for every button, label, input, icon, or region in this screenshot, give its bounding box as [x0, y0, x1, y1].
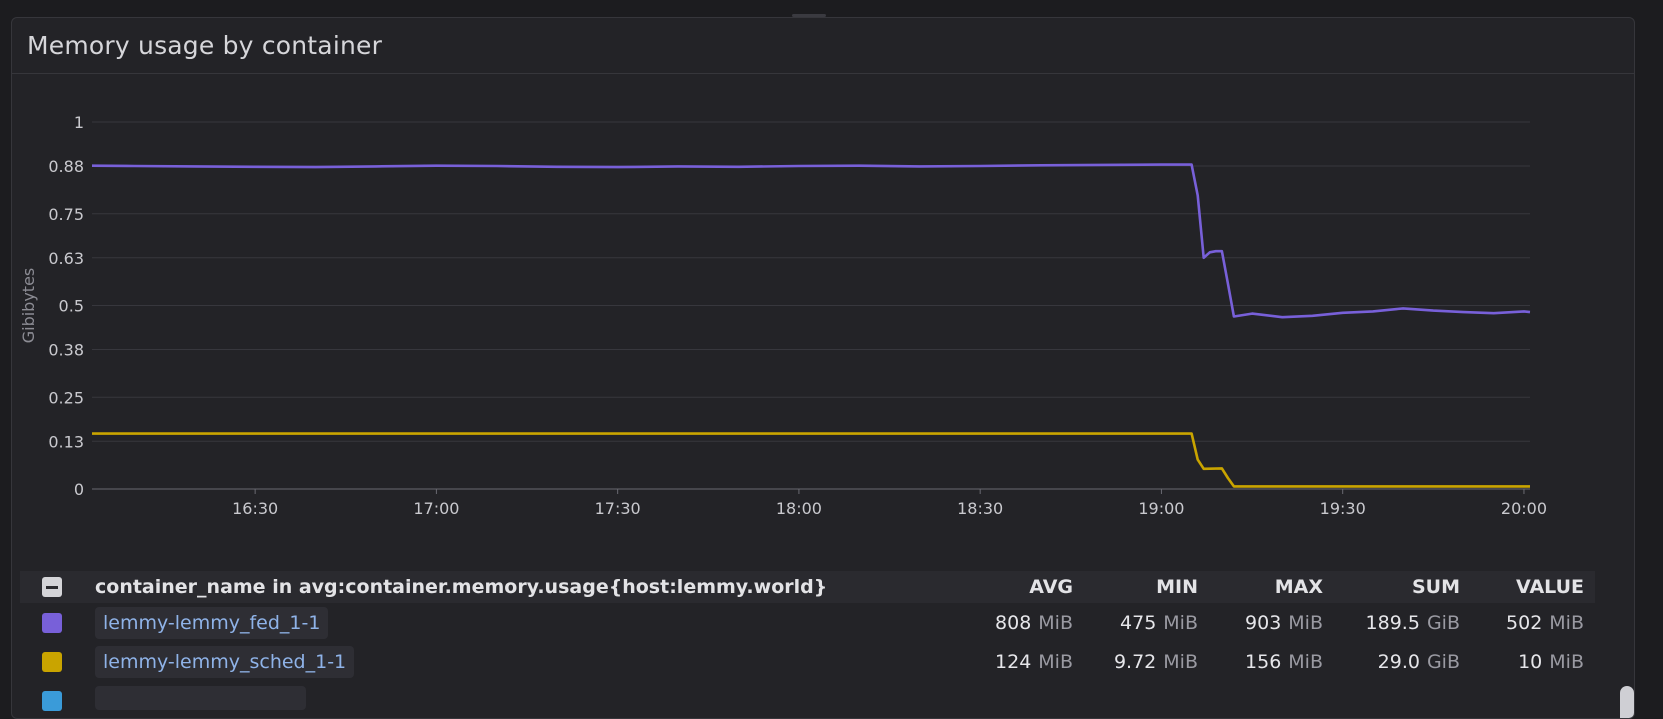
select-all-checkbox[interactable] — [42, 577, 62, 597]
col-header-value[interactable]: VALUE — [1460, 576, 1595, 598]
min-value: 9.72 — [1113, 650, 1157, 673]
current-value: 10 — [1518, 650, 1543, 673]
max-value: 903 — [1245, 611, 1282, 634]
y-tick-label: 1 — [74, 113, 84, 132]
min-value: 475 — [1120, 611, 1157, 634]
avg-cell: 808 MiB — [981, 612, 1073, 634]
current-unit: MiB — [1549, 650, 1584, 673]
y-tick-label: 0.63 — [48, 249, 84, 268]
avg-cell: 124 MiB — [981, 651, 1073, 673]
legend-row-name-cell: lemmy-lemmy_fed_1-1 — [95, 606, 981, 639]
series-color-swatch[interactable] — [42, 690, 62, 711]
y-tick-label: 0 — [74, 480, 84, 499]
col-header-max[interactable]: MAX — [1198, 576, 1323, 598]
col-header-min[interactable]: MIN — [1073, 576, 1198, 598]
avg-unit: MiB — [1038, 611, 1073, 634]
panel-header: Memory usage by container — [12, 18, 1634, 74]
x-tick-label: 17:00 — [413, 499, 459, 518]
y-tick-label: 0.75 — [48, 205, 84, 224]
legend-table: container_name in avg:container.memory.u… — [20, 571, 1595, 718]
x-tick-label: 18:00 — [776, 499, 822, 518]
col-header-sum[interactable]: SUM — [1323, 576, 1460, 598]
sum-value: 189.5 — [1365, 611, 1420, 634]
x-tick-label: 19:30 — [1320, 499, 1366, 518]
x-tick-label: 18:30 — [957, 499, 1003, 518]
max-cell: 903 MiB — [1198, 612, 1323, 634]
y-tick-label: 0.88 — [48, 157, 84, 176]
sum-unit: GiB — [1426, 611, 1460, 634]
legend-row[interactable]: lemmy-lemmy_sched_1-1 124 MiB 9.72 MiB 156… — [20, 642, 1595, 681]
y-tick-label: 0.5 — [59, 297, 84, 316]
min-unit: MiB — [1163, 650, 1198, 673]
min-cell: 475 MiB — [1073, 612, 1198, 634]
series-name-chip[interactable]: lemmy-lemmy_sched_1-1 — [95, 645, 355, 678]
series-line — [91, 163, 1531, 319]
avg-unit: MiB — [1038, 650, 1073, 673]
sum-cell: 29.0 GiB — [1323, 651, 1460, 673]
series-name-chip[interactable]: lemmy-lemmy_fed_1-1 — [95, 606, 329, 639]
min-unit: MiB — [1163, 611, 1198, 634]
legend-row[interactable] — [20, 681, 1595, 718]
legend-row-name-cell — [95, 686, 1595, 715]
value-cell: 10 MiB — [1460, 651, 1595, 673]
value-cell: 502 MiB — [1460, 612, 1595, 634]
series-color-swatch[interactable] — [42, 651, 62, 672]
y-tick-label: 0.25 — [48, 388, 84, 407]
x-tick-label: 19:00 — [1138, 499, 1184, 518]
x-tick-label: 16:30 — [232, 499, 278, 518]
current-value: 502 — [1506, 611, 1543, 634]
legend-row[interactable]: lemmy-lemmy_fed_1-1 808 MiB 475 MiB 903 MiB… — [20, 603, 1595, 642]
legend-header-row: container_name in avg:container.memory.u… — [20, 571, 1595, 603]
avg-value: 124 — [995, 650, 1032, 673]
legend-row-name-cell: lemmy-lemmy_sched_1-1 — [95, 645, 981, 678]
max-cell: 156 MiB — [1198, 651, 1323, 673]
y-tick-label: 0.38 — [48, 341, 84, 360]
min-cell: 9.72 MiB — [1073, 651, 1198, 673]
x-tick-label: 20:00 — [1501, 499, 1547, 518]
sum-value: 29.0 — [1377, 650, 1420, 673]
sum-cell: 189.5 GiB — [1323, 612, 1460, 634]
memory-usage-panel: Memory usage by container 0 0.13 0.25 0.38 0… — [11, 17, 1635, 719]
panel-title: Memory usage by container — [27, 31, 383, 60]
legend-query-label: container_name in avg:container.memory.u… — [95, 576, 828, 598]
current-unit: MiB — [1549, 611, 1584, 634]
series-color-swatch[interactable] — [42, 612, 62, 633]
legend-scrollbar-thumb[interactable] — [1620, 686, 1634, 718]
y-tick-label: 0.13 — [48, 432, 84, 451]
y-axis-label: Gibibytes — [19, 268, 38, 344]
max-value: 156 — [1245, 650, 1282, 673]
max-unit: MiB — [1288, 611, 1323, 634]
col-header-avg[interactable]: AVG — [981, 576, 1073, 598]
sum-unit: GiB — [1426, 650, 1460, 673]
max-unit: MiB — [1288, 650, 1323, 673]
x-tick-label: 17:30 — [595, 499, 641, 518]
series-name-chip[interactable] — [95, 686, 306, 710]
memory-line-chart: 0 0.13 0.25 0.38 0.5 0.63 0.75 0.88 1 16:30 17:00 1… — [19, 113, 1547, 518]
avg-value: 808 — [995, 611, 1032, 634]
